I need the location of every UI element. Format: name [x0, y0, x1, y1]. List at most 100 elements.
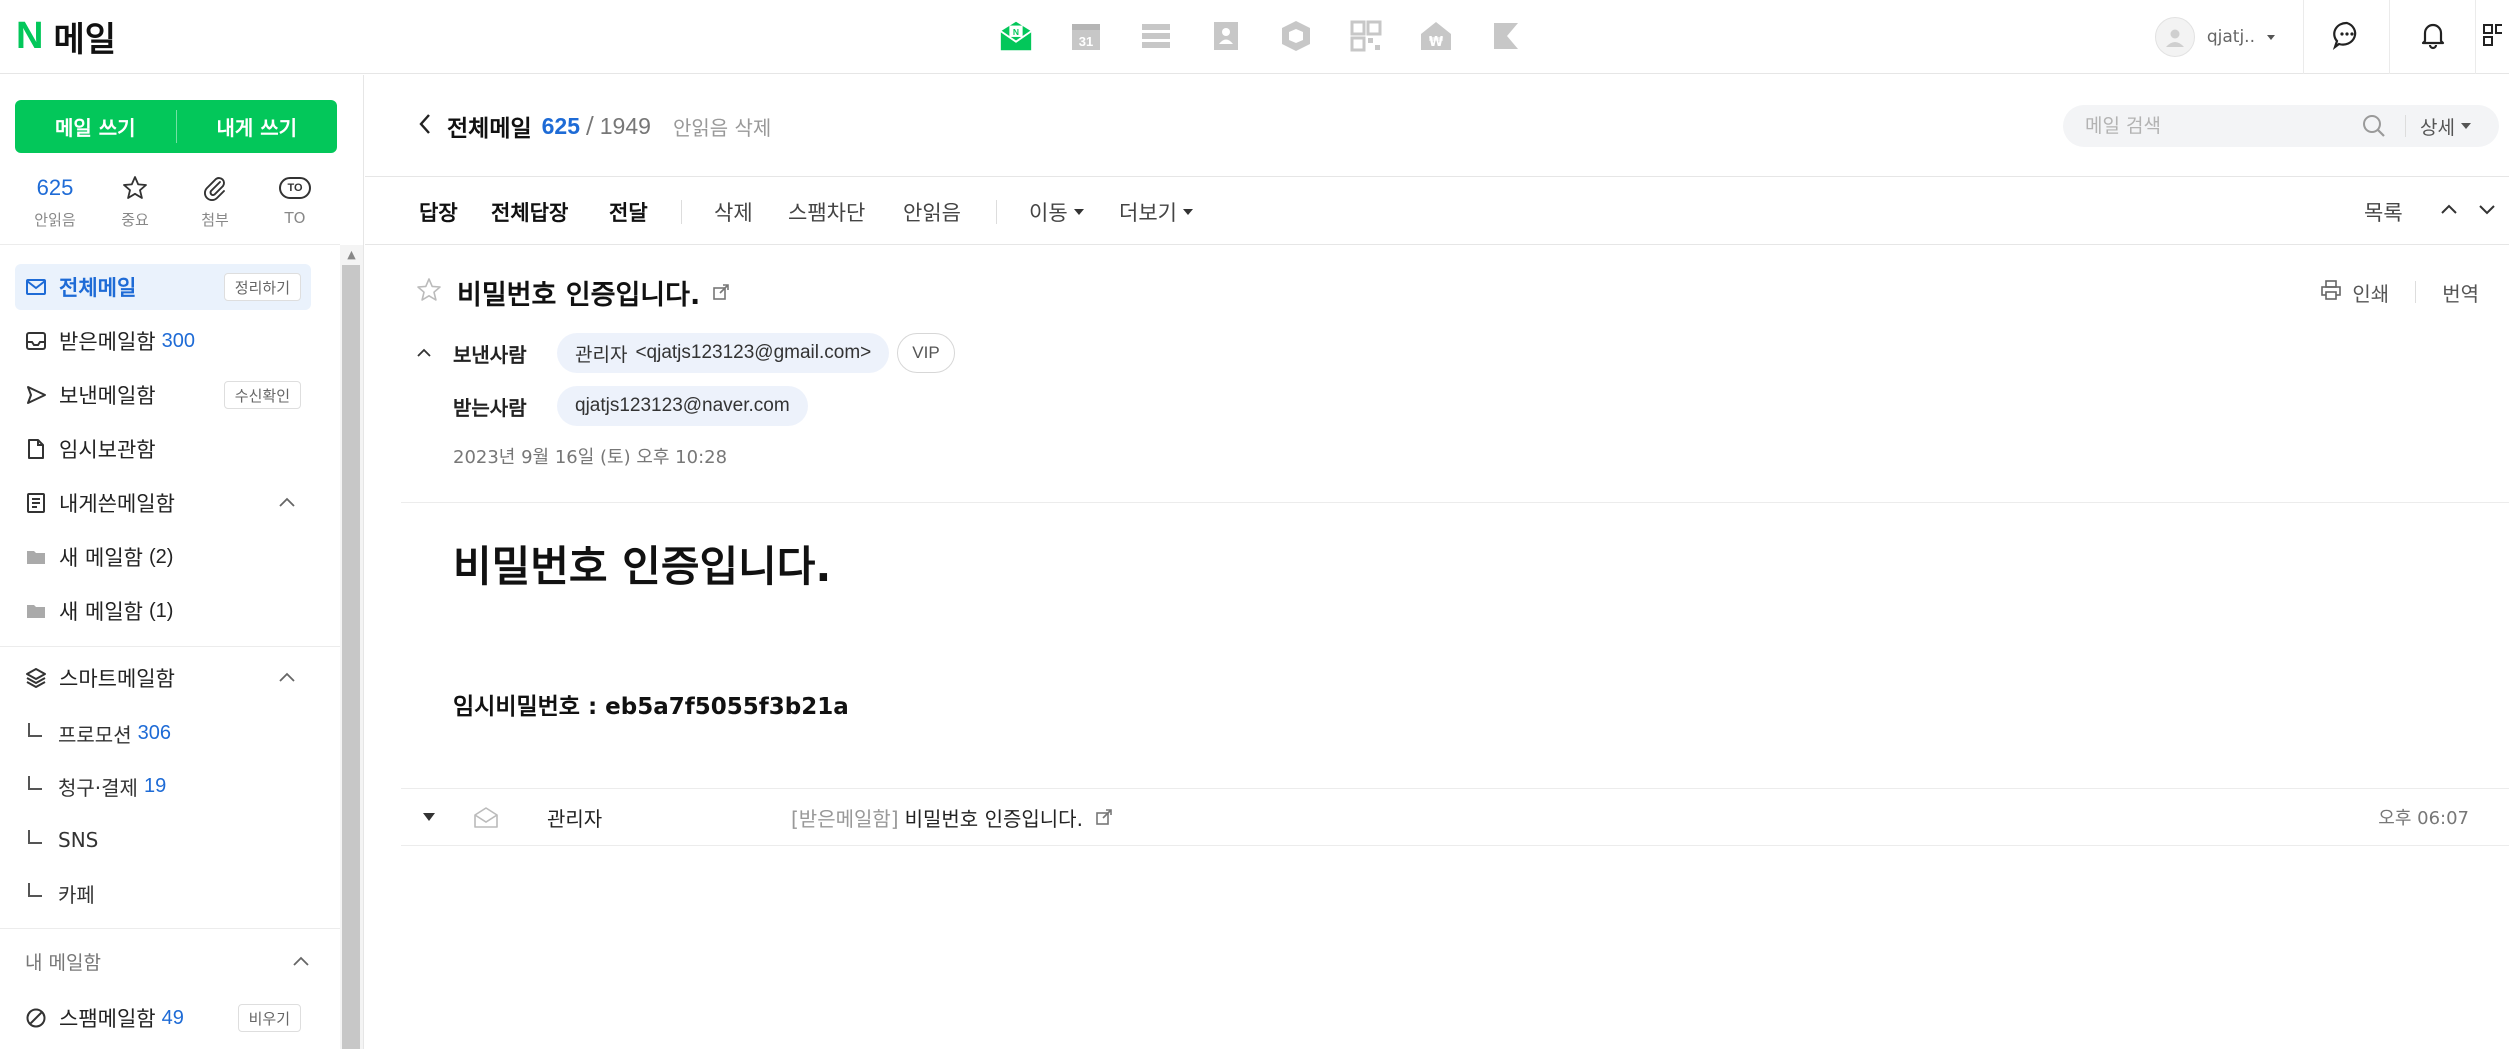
- print-label: 인쇄: [2352, 281, 2390, 306]
- expand-thread-icon[interactable]: [423, 813, 435, 821]
- sidebar-item-spam[interactable]: 스팸메일함 49 비우기: [15, 995, 311, 1041]
- my-mailbox-group[interactable]: 내 메일함: [25, 939, 325, 983]
- sidebar-item-sns[interactable]: SNS: [28, 818, 318, 862]
- sidebar-item-label: 새 메일함: [59, 546, 143, 570]
- quick-attachment[interactable]: 첨부: [175, 173, 255, 230]
- vip-button[interactable]: VIP: [897, 333, 955, 373]
- notification-button[interactable]: [2389, 0, 2475, 74]
- next-mail-button[interactable]: [2476, 178, 2498, 245]
- sidebar-item-drafts[interactable]: 임시보관함: [15, 426, 311, 472]
- collapse-icon[interactable]: [277, 667, 297, 692]
- delete-button[interactable]: 삭제: [714, 178, 753, 245]
- sidebar-item-new-folder-1[interactable]: 새 메일함 (2): [15, 534, 311, 580]
- sidebar-item-sent[interactable]: 보낸메일함 수신확인: [15, 372, 311, 418]
- sidebar-item-label: 카페: [58, 882, 95, 907]
- sidebar-item-inbox[interactable]: 받은메일함 300: [15, 318, 311, 364]
- pay-app-icon[interactable]: ₩: [1418, 18, 1454, 54]
- reply-all-button[interactable]: 전체답장: [491, 178, 568, 245]
- promotions-count: 306: [137, 721, 171, 744]
- app-switcher: N 31 ₩: [998, 14, 1524, 58]
- compose-mail-button[interactable]: 메일 쓰기: [15, 100, 176, 153]
- empty-spam-button[interactable]: 비우기: [237, 1004, 301, 1032]
- main-content: 전체메일 625 / 1949 안읽음 삭제 상세 답장 전체답장 전달 삭제 …: [365, 75, 2509, 1049]
- sidebar-item-all-mail[interactable]: 전체메일 정리하기: [15, 264, 311, 310]
- search-input[interactable]: [2085, 115, 2355, 137]
- mail-icon: [25, 276, 47, 298]
- collapse-icon[interactable]: [291, 951, 311, 976]
- spam-block-button[interactable]: 스팸차단: [788, 178, 865, 245]
- recipient-chip[interactable]: qjatjs123123@naver.com: [557, 386, 808, 426]
- thread-row[interactable]: 관리자 [받은메일함] 비밀번호 인증입니다. 오후 06:07: [401, 788, 2509, 846]
- contacts-app-icon[interactable]: [1208, 18, 1244, 54]
- toolbar-divider: [996, 200, 997, 224]
- thread-subject[interactable]: 비밀번호 인증입니다.: [905, 803, 1083, 832]
- chevron-up-icon: [2438, 198, 2460, 225]
- more-dropdown[interactable]: 더보기: [1119, 178, 1193, 245]
- prev-mail-button[interactable]: [2438, 178, 2460, 245]
- compose-group: 메일 쓰기 내게 쓰기: [15, 100, 337, 153]
- all-services-button[interactable]: [2475, 0, 2509, 74]
- quick-to-me[interactable]: TO TO: [255, 173, 335, 230]
- detail-search-button[interactable]: 상세: [2420, 113, 2471, 140]
- scroll-thumb[interactable]: [342, 265, 360, 1049]
- calendar-app-icon[interactable]: 31: [1068, 18, 1104, 54]
- sidebar-scrollbar[interactable]: ▲: [340, 245, 363, 1049]
- unread-count[interactable]: 625: [542, 113, 580, 140]
- sidebar-item-to-self[interactable]: 내게쓴메일함: [15, 480, 311, 526]
- chevron-up-icon[interactable]: [415, 344, 453, 362]
- layers-icon: [25, 667, 47, 689]
- sidebar-item-promotions[interactable]: 프로모션 306: [28, 711, 318, 755]
- toolbar-divider: [681, 200, 682, 224]
- search-icon[interactable]: [2361, 113, 2391, 139]
- print-button[interactable]: 인쇄: [2320, 278, 2389, 307]
- quick-important[interactable]: 중요: [95, 173, 175, 230]
- tree-branch-icon: [28, 830, 42, 844]
- box-app-icon[interactable]: [1278, 18, 1314, 54]
- billing-count: 19: [143, 774, 167, 797]
- move-dropdown[interactable]: 이동: [1029, 178, 1084, 245]
- folder-icon: [25, 600, 47, 622]
- mark-unread-button[interactable]: 안읽음: [903, 178, 961, 245]
- sidebar-divider: [0, 928, 340, 929]
- thread-time: 오후 06:07: [2378, 808, 2469, 829]
- compose-to-self-button[interactable]: 내게 쓰기: [177, 100, 338, 153]
- search-divider: [2405, 115, 2406, 137]
- scroll-up-arrow-icon[interactable]: ▲: [340, 245, 363, 263]
- collapse-icon[interactable]: [277, 492, 297, 517]
- star-icon[interactable]: [415, 276, 443, 308]
- open-new-window-icon[interactable]: [712, 283, 730, 301]
- delete-unread-button[interactable]: 안읽음 삭제: [673, 112, 771, 141]
- quick-unread[interactable]: 625 안읽음: [15, 173, 95, 230]
- forward-button[interactable]: 전달: [609, 178, 648, 245]
- profile-menu[interactable]: qjatj..: [2154, 0, 2303, 74]
- naver-mail-logo[interactable]: N 메일: [16, 14, 116, 60]
- sender-chip[interactable]: 관리자 <qjatjs123123@gmail.com>: [557, 333, 890, 373]
- unread-label: 안읽음: [34, 211, 76, 229]
- sidebar-item-billing[interactable]: 청구·결제 19: [28, 764, 318, 808]
- sidebar-item-label: 스팸메일함: [59, 1007, 156, 1031]
- open-new-window-icon[interactable]: [1095, 808, 1113, 826]
- block-icon: [25, 1007, 47, 1029]
- mail-header: 전체메일 625 / 1949 안읽음 삭제 상세: [365, 75, 2509, 177]
- qr-app-icon[interactable]: [1348, 18, 1384, 54]
- to-badge-icon: TO: [255, 173, 335, 203]
- sidebar-item-cafe[interactable]: 카페: [28, 871, 318, 915]
- reply-button[interactable]: 답장: [419, 178, 458, 245]
- mail-app-icon[interactable]: N: [998, 18, 1034, 54]
- tools-divider: [2415, 281, 2417, 303]
- chat-button[interactable]: [2303, 0, 2389, 74]
- avatar: [2154, 17, 2195, 57]
- list-app-icon[interactable]: [1138, 18, 1174, 54]
- read-receipt-button[interactable]: 수신확인: [223, 381, 301, 409]
- sidebar-item-smart-mailbox[interactable]: 스마트메일함: [15, 655, 311, 701]
- organize-button[interactable]: 정리하기: [223, 273, 301, 301]
- send-icon: [25, 384, 47, 406]
- list-button[interactable]: 목록: [2364, 178, 2403, 245]
- sidebar-item-new-folder-2[interactable]: 새 메일함 (1): [15, 588, 311, 634]
- spam-count: 49: [161, 1006, 184, 1029]
- mail-subject: 비밀번호 인증입니다.: [457, 279, 701, 311]
- folder-title: 전체메일 625 / 1949 안읽음 삭제: [447, 108, 771, 144]
- back-button[interactable]: [417, 108, 441, 144]
- translate-button[interactable]: 번역: [2442, 278, 2479, 307]
- bookmark-app-icon[interactable]: [1488, 18, 1524, 54]
